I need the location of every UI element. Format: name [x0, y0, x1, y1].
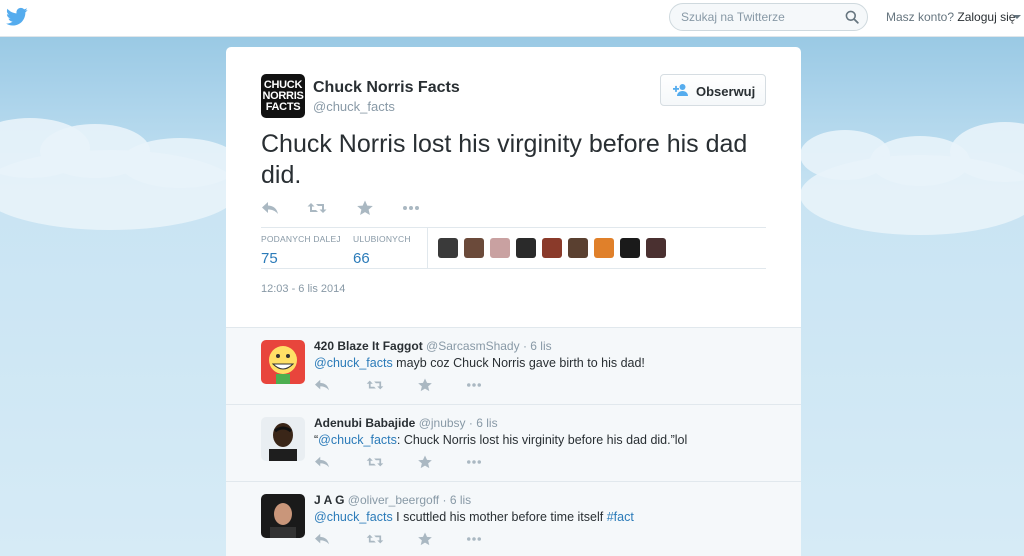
retweet-stat[interactable]: PODANYCH DALEJ 75 — [261, 234, 341, 267]
reply-text: @chuck_facts I scuttled his mother befor… — [314, 510, 634, 524]
replies-list: 420 Blaze It Faggot @SarcasmShady · 6 li… — [226, 327, 801, 556]
reply-author-name[interactable]: 420 Blaze It Faggot — [314, 339, 423, 353]
reply-author-handle[interactable]: @jnubsy — [419, 416, 466, 430]
reply-header: 420 Blaze It Faggot @SarcasmShady · 6 li… — [314, 339, 552, 353]
reply-item[interactable]: Adenubi Babajide @jnubsy · 6 lis “@chuck… — [226, 405, 801, 482]
more-icon[interactable] — [465, 378, 483, 392]
reply-icon[interactable] — [314, 378, 330, 392]
tweet-card: CHUCK NORRIS FACTS Chuck Norris Facts @c… — [226, 47, 801, 556]
tweet-text: Chuck Norris lost his virginity before h… — [261, 130, 748, 189]
reply-text-rest: I scuttled his mother before time itself — [392, 510, 607, 524]
reply-header: Adenubi Babajide @jnubsy · 6 lis — [314, 416, 498, 430]
hashtag-link[interactable]: #fact — [607, 510, 634, 524]
login-link[interactable]: Zaloguj się — [957, 10, 1015, 24]
favoriter-avatar[interactable] — [542, 238, 562, 258]
reply-text: @chuck_facts mayb coz Chuck Norris gave … — [314, 356, 645, 370]
retweet-stat-label: PODANYCH DALEJ — [261, 234, 341, 244]
retweet-icon[interactable] — [366, 532, 384, 546]
favoriter-avatar[interactable] — [646, 238, 666, 258]
reply-time[interactable]: 6 lis — [530, 339, 551, 353]
twitter-bird-icon[interactable] — [6, 7, 28, 27]
more-icon[interactable] — [465, 455, 483, 469]
author-avatar[interactable]: CHUCK NORRIS FACTS — [261, 74, 305, 118]
search-icon[interactable] — [845, 10, 859, 24]
stats-divider — [427, 228, 428, 269]
star-icon[interactable] — [417, 378, 433, 392]
reply-actions — [314, 455, 494, 471]
reply-item[interactable]: 420 Blaze It Faggot @SarcasmShady · 6 li… — [226, 328, 801, 405]
reply-author-handle[interactable]: @oliver_beergoff — [348, 493, 439, 507]
tweet-stats: PODANYCH DALEJ 75 ULUBIONYCH 66 — [261, 227, 766, 269]
favoriter-avatar[interactable] — [438, 238, 458, 258]
favoriter-avatar[interactable] — [620, 238, 640, 258]
more-icon[interactable] — [401, 200, 421, 216]
login-question: Masz konto? — [886, 10, 955, 24]
reply-text: “@chuck_facts: Chuck Norris lost his vir… — [314, 433, 687, 447]
retweet-icon[interactable] — [366, 455, 384, 469]
follow-button[interactable]: Obserwuj — [660, 74, 766, 106]
mention-link[interactable]: @chuck_facts — [318, 433, 397, 447]
smiley-avatar-icon — [261, 340, 305, 384]
person-avatar-icon — [261, 494, 305, 538]
reply-icon[interactable] — [261, 200, 279, 216]
author-handle[interactable]: @chuck_facts — [313, 99, 395, 114]
login-prompt: Masz konto? Zaloguj się — [886, 10, 1015, 24]
reply-text-rest: : Chuck Norris lost his virginity before… — [396, 433, 688, 447]
favorite-stat[interactable]: ULUBIONYCH 66 — [353, 234, 411, 267]
search-box — [669, 3, 868, 31]
star-icon[interactable] — [356, 200, 374, 216]
more-icon[interactable] — [465, 532, 483, 546]
reply-icon[interactable] — [314, 455, 330, 469]
star-icon[interactable] — [417, 455, 433, 469]
retweet-count: 75 — [261, 250, 278, 267]
favoriter-avatar[interactable] — [490, 238, 510, 258]
reply-text-rest: mayb coz Chuck Norris gave birth to his … — [392, 356, 645, 370]
reply-actions — [314, 532, 494, 548]
reply-time[interactable]: 6 lis — [450, 493, 471, 507]
favoriter-avatar[interactable] — [516, 238, 536, 258]
favoriter-avatar[interactable] — [594, 238, 614, 258]
reply-icon[interactable] — [314, 532, 330, 546]
favoriter-avatar[interactable] — [464, 238, 484, 258]
reply-avatar[interactable] — [261, 494, 305, 538]
author-name[interactable]: Chuck Norris Facts — [313, 79, 460, 97]
reply-author-name[interactable]: J A G — [314, 493, 344, 507]
retweet-icon[interactable] — [366, 378, 384, 392]
follow-button-label: Obserwuj — [696, 84, 756, 99]
mention-link[interactable]: @chuck_facts — [314, 356, 393, 370]
reply-time[interactable]: 6 lis — [476, 416, 497, 430]
cloud — [800, 155, 1024, 235]
person-avatar-icon — [261, 417, 305, 461]
tweet-actions — [261, 200, 461, 220]
reply-author-name[interactable]: Adenubi Babajide — [314, 416, 415, 430]
reply-header: J A G @oliver_beergoff · 6 lis — [314, 493, 471, 507]
favoriter-avatar[interactable] — [568, 238, 588, 258]
favorite-count: 66 — [353, 250, 370, 267]
avatar-text-line: FACTS — [265, 101, 301, 113]
star-icon[interactable] — [417, 532, 433, 546]
tweet-timestamp[interactable]: 12:03 - 6 lis 2014 — [261, 283, 345, 295]
reply-avatar[interactable] — [261, 417, 305, 461]
retweet-icon[interactable] — [307, 200, 327, 216]
reply-item[interactable]: J A G @oliver_beergoff · 6 lis @chuck_fa… — [226, 482, 801, 556]
favorite-stat-label: ULUBIONYCH — [353, 234, 411, 244]
cloud — [0, 150, 240, 230]
reply-actions — [314, 378, 494, 394]
mention-link[interactable]: @chuck_facts — [314, 510, 393, 524]
search-input[interactable] — [681, 10, 841, 24]
chevron-down-icon[interactable] — [1013, 15, 1021, 19]
follow-user-icon — [673, 84, 688, 96]
top-navigation-bar: Masz konto? Zaloguj się — [0, 0, 1024, 37]
reply-avatar[interactable] — [261, 340, 305, 384]
reply-time-separator: · — [442, 493, 450, 507]
reply-author-handle[interactable]: @SarcasmShady — [426, 339, 520, 353]
